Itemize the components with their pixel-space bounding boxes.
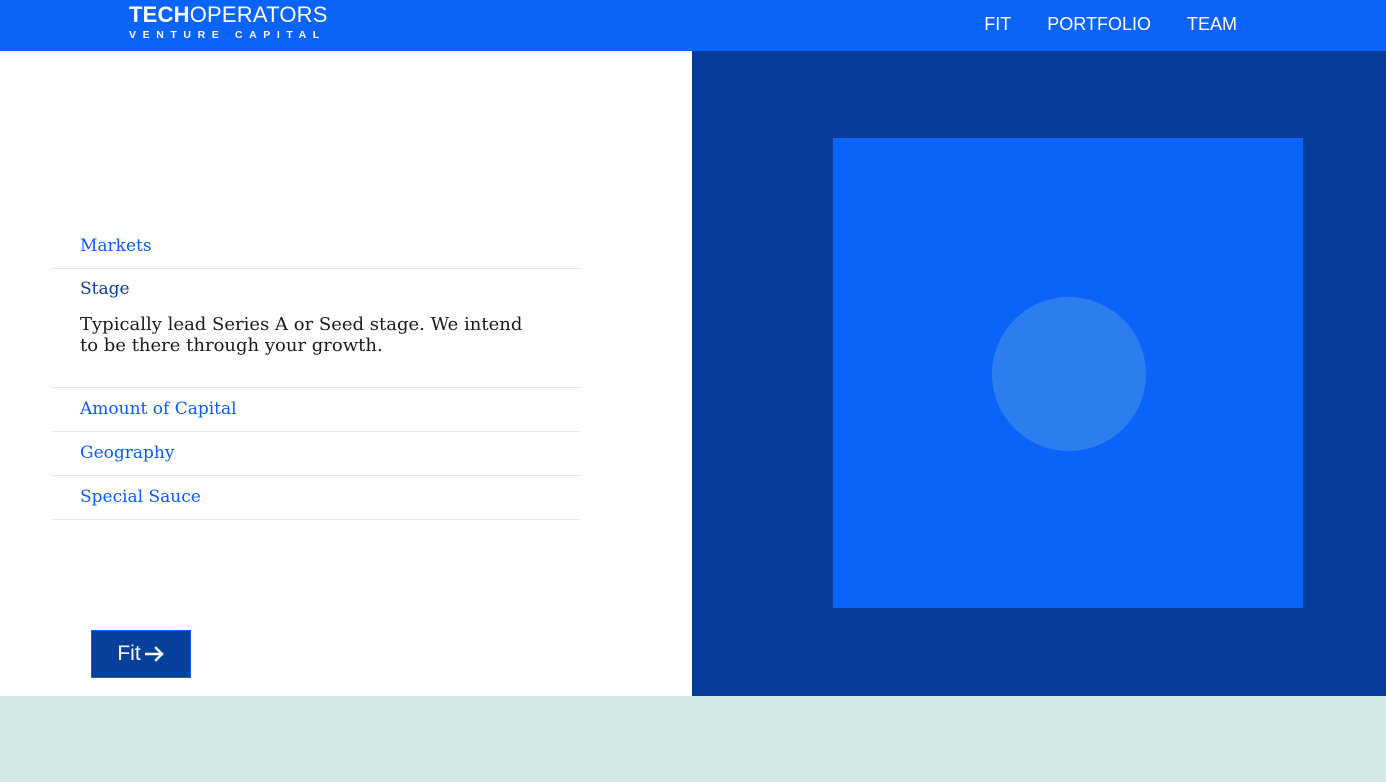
illustration-circle [992, 297, 1146, 451]
accordion-item-special-sauce: Special Sauce [53, 476, 580, 520]
nav-link-team[interactable]: TEAM [1187, 14, 1237, 34]
illustration-panel [692, 51, 1386, 696]
logo-wordmark-light: OPERATORS [189, 2, 328, 27]
logo-tagline: VENTURE CAPITAL [129, 29, 326, 41]
fit-criteria-panel: Markets Stage Typically lead Series A or… [0, 51, 692, 696]
logo-wordmark-bold: TECH [129, 2, 190, 27]
accordion-title-geography[interactable]: Geography [53, 432, 580, 475]
fit-button-label: Fit [117, 642, 141, 665]
arrow-right-icon [144, 646, 164, 662]
accordion-item-stage: Stage Typically lead Series A or Seed st… [53, 269, 580, 388]
main-nav: FIT PORTFOLIO TEAM [984, 14, 1237, 34]
fit-button[interactable]: Fit [91, 630, 191, 678]
logo-wordmark: TECHOPERATORS [129, 4, 328, 26]
accordion-item-geography: Geography [53, 432, 580, 476]
nav-link-fit[interactable]: FIT [984, 14, 1011, 34]
top-navigation-bar: TECHOPERATORS VENTURE CAPITAL FIT PORTFO… [0, 0, 1386, 51]
fit-criteria-accordion: Markets Stage Typically lead Series A or… [53, 225, 580, 520]
techoperators-logo[interactable]: TECHOPERATORS VENTURE CAPITAL [129, 4, 328, 41]
accordion-title-special-sauce[interactable]: Special Sauce [53, 476, 580, 519]
accordion-title-amount-of-capital[interactable]: Amount of Capital [53, 388, 580, 431]
accordion-item-markets: Markets [53, 225, 580, 269]
accordion-body-stage: Typically lead Series A or Seed stage. W… [80, 314, 523, 356]
accordion-title-markets[interactable]: Markets [53, 225, 580, 268]
accordion-title-stage[interactable]: Stage [53, 269, 580, 311]
accordion-item-amount-of-capital: Amount of Capital [53, 388, 580, 432]
illustration-square [833, 138, 1303, 608]
next-section-band [0, 696, 1386, 782]
nav-link-portfolio[interactable]: PORTFOLIO [1047, 14, 1151, 34]
